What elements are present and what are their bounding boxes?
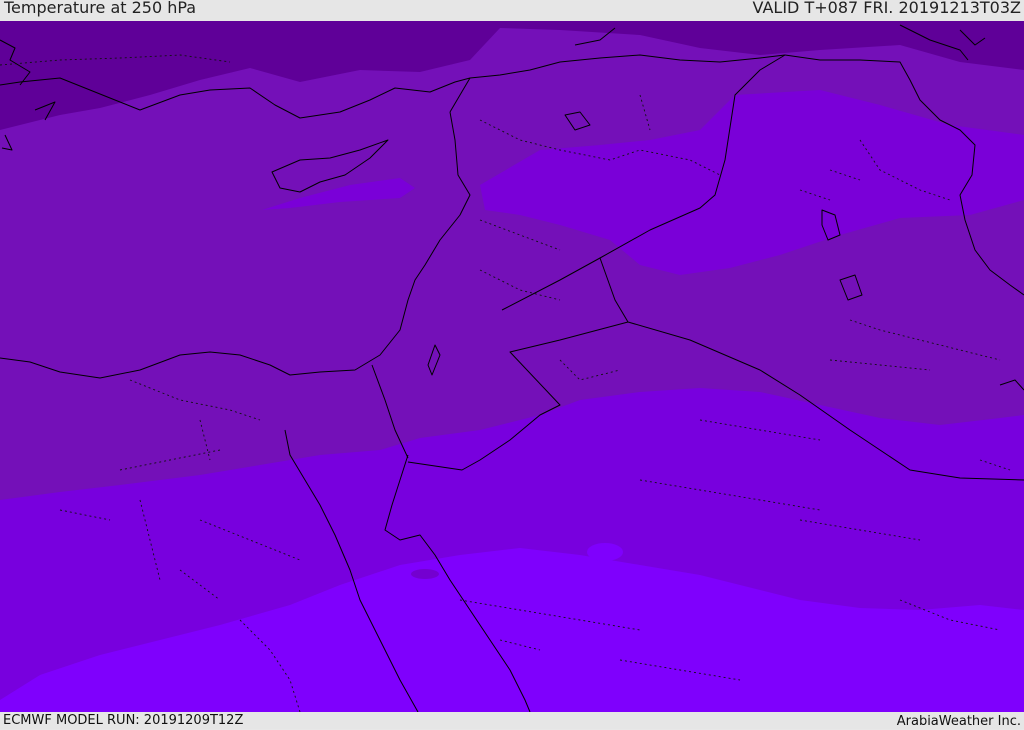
field-warm-blob xyxy=(587,543,623,561)
valid-time: VALID T+087 FRI. 20191213T03Z xyxy=(752,0,1021,17)
field-cold-blob xyxy=(411,569,439,579)
map-title: Temperature at 250 hPa xyxy=(4,0,197,17)
credit: ArabiaWeather Inc. xyxy=(896,714,1021,729)
model-run: ECMWF MODEL RUN: 20191209T12Z xyxy=(3,713,244,728)
footer-bar: ECMWF MODEL RUN: 20191209T12Z ArabiaWeat… xyxy=(0,712,1024,729)
temperature-map[interactable] xyxy=(0,21,1024,712)
header-bar: Temperature at 250 hPa VALID T+087 FRI. … xyxy=(0,0,1024,21)
